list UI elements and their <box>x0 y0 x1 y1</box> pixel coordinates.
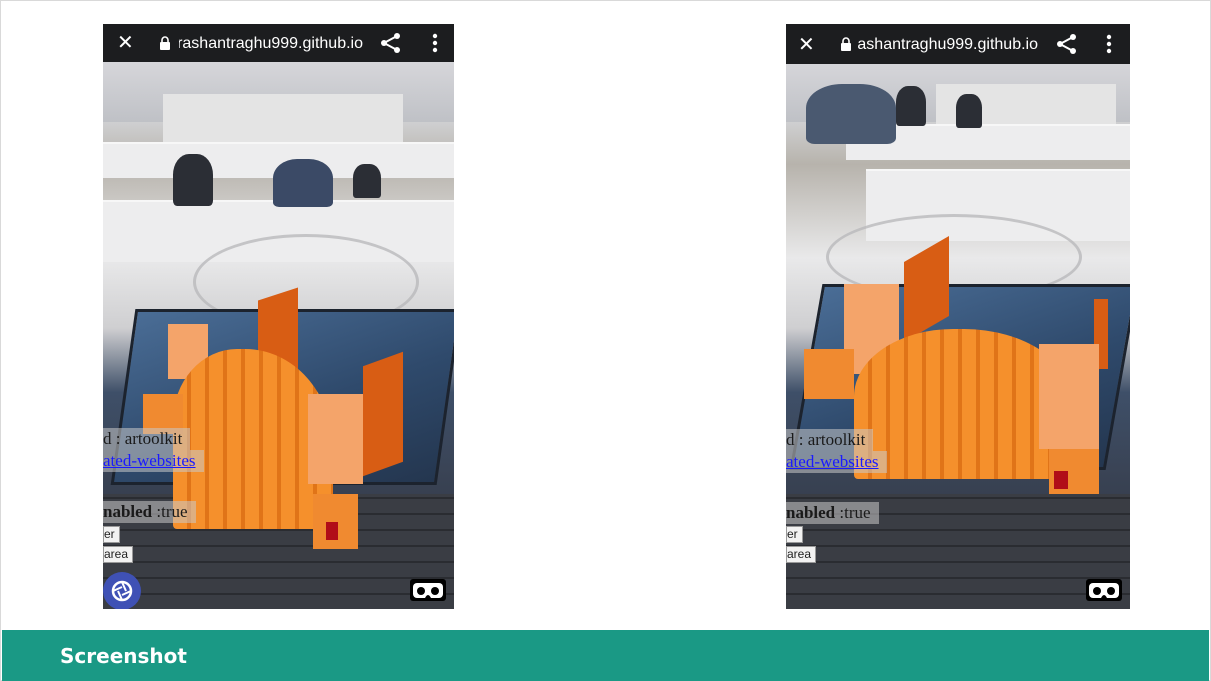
camera-person <box>806 84 896 144</box>
enabled-label: nabled <box>103 502 153 521</box>
camera-person <box>273 159 333 207</box>
share-icon[interactable] <box>380 32 402 54</box>
close-icon[interactable]: ✕ <box>117 31 134 53</box>
enabled-value: :true <box>835 503 871 522</box>
enabled-value: :true <box>152 502 188 521</box>
overlay-button-2[interactable]: area <box>786 546 817 563</box>
phone-screenshot-left: ✕ prashantraghu999.github.io d : artoolk… <box>103 24 454 609</box>
vr-mode-button[interactable] <box>410 579 446 601</box>
camera-person <box>896 86 926 126</box>
browser-url-bar: ✕ prashantraghu999.github.io <box>103 24 454 62</box>
overlay-button-1[interactable]: er <box>786 526 803 543</box>
more-menu-icon[interactable] <box>432 33 438 53</box>
overlay-button-2[interactable]: area <box>103 546 134 563</box>
browser-url-bar: ✕ prashantraghu999.github.io <box>786 24 1130 64</box>
phone-screenshot-right: ✕ prashantraghu999.github.io d : artoolk… <box>786 24 1130 609</box>
overlay-tracking-line: d : artoolkit <box>103 428 191 450</box>
lock-icon <box>841 37 851 51</box>
vr-headset-icon <box>1089 583 1119 598</box>
enabled-label: nabled <box>786 503 836 522</box>
url-text[interactable]: prashantraghu999.github.io <box>179 34 363 54</box>
footer-bar: Screenshot <box>2 630 1209 681</box>
camera-person <box>353 164 381 198</box>
close-icon[interactable]: ✕ <box>798 33 815 55</box>
ar-3d-model <box>143 287 433 549</box>
overlay-button-1[interactable]: er <box>103 526 120 543</box>
overlay-enabled-line: nabled :true <box>103 501 196 523</box>
footer-title: Screenshot <box>60 644 187 668</box>
camera-person <box>956 94 982 128</box>
related-websites-link[interactable]: ated-websites <box>103 451 196 470</box>
overlay-link-line: ated-websites <box>103 450 204 472</box>
camera-person <box>173 154 213 206</box>
vr-mode-button[interactable] <box>1086 579 1122 601</box>
related-websites-link[interactable]: ated-websites <box>786 452 879 471</box>
overlay-link-line: ated-websites <box>786 451 887 473</box>
aperture-icon <box>111 580 133 602</box>
url-text[interactable]: prashantraghu999.github.io <box>858 35 1038 55</box>
vr-headset-icon <box>413 583 443 598</box>
overlay-enabled-line: nabled :true <box>786 502 879 524</box>
overlay-tracking-line: d : artoolkit <box>786 429 874 451</box>
lock-icon <box>160 36 170 50</box>
share-icon[interactable] <box>1056 33 1078 55</box>
more-menu-icon[interactable] <box>1106 34 1112 54</box>
camera-shutter-button[interactable] <box>103 572 141 609</box>
